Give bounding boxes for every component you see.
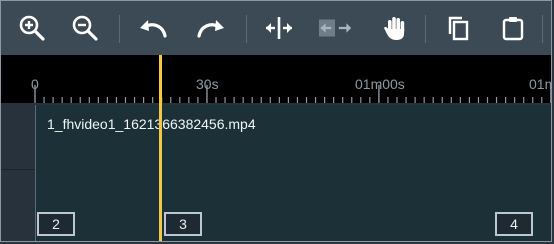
toolbar-divider	[119, 15, 120, 43]
marker-label: 2	[52, 216, 60, 232]
move-clip-button[interactable]	[318, 10, 354, 46]
undo-icon	[140, 20, 167, 38]
ruler-label-0: 0	[31, 76, 39, 92]
ruler-label-1m00s: 01m00s	[355, 76, 405, 92]
toolbar-divider	[246, 15, 247, 43]
track-gutter	[1, 103, 35, 241]
marker-label: 3	[179, 216, 187, 232]
toolbar-divider	[542, 15, 543, 43]
marker-2[interactable]: 2	[37, 212, 75, 236]
toolbar	[1, 1, 551, 55]
redo-button[interactable]	[193, 10, 229, 46]
ruler-label-1m: 01m	[529, 76, 551, 92]
marker-3[interactable]: 3	[164, 212, 202, 236]
copy-button[interactable]	[441, 10, 477, 46]
paste-button[interactable]	[495, 10, 531, 46]
ruler-ticks	[34, 85, 551, 103]
ruler-label-30s: 30s	[196, 76, 219, 92]
redo-icon	[197, 20, 224, 38]
track-divider	[1, 169, 35, 170]
hand-tool-button[interactable]	[378, 10, 414, 46]
hand-icon	[384, 17, 405, 40]
zoom-in-icon	[19, 15, 45, 41]
time-ruler[interactable]: 0 30s 01m00s 01m	[1, 55, 551, 103]
marker-4[interactable]: 4	[495, 212, 533, 236]
zoom-out-icon	[72, 15, 98, 41]
marker-label: 4	[510, 216, 518, 232]
clip-filename: 1_fhvideo1_1621366382456.mp4	[47, 116, 256, 132]
video-track: 1_fhvideo1_1621366382456.mp4	[1, 103, 551, 241]
split-icon	[266, 17, 292, 39]
toolbar-divider	[425, 15, 426, 43]
zoom-out-button[interactable]	[67, 10, 103, 46]
zoom-in-button[interactable]	[14, 10, 50, 46]
undo-button[interactable]	[135, 10, 171, 46]
copy-icon	[448, 16, 469, 41]
move-arrows-icon	[318, 19, 352, 37]
paste-icon	[502, 17, 524, 41]
split-button[interactable]	[261, 10, 297, 46]
video-clip[interactable]: 1_fhvideo1_1621366382456.mp4	[35, 105, 551, 241]
timeline-editor: 0 30s 01m00s 01m 1_fhvideo1_162136638245…	[0, 0, 552, 242]
playhead[interactable]	[159, 55, 162, 241]
